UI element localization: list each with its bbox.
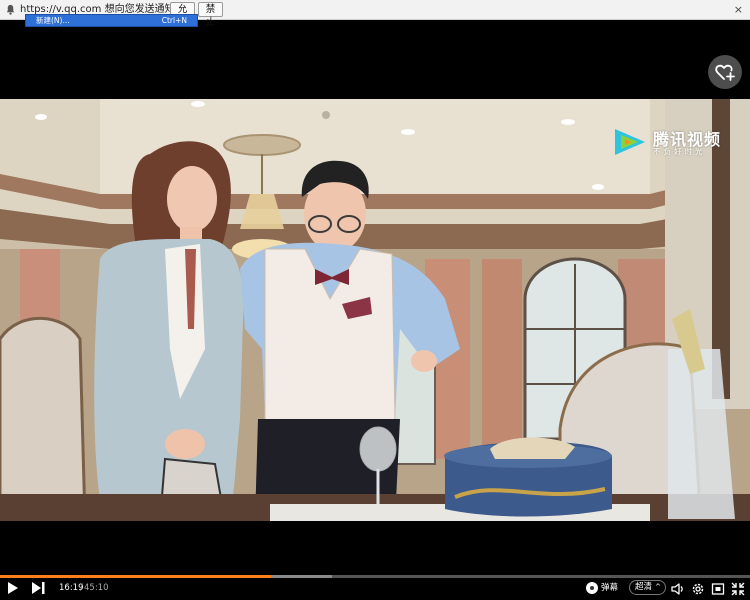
block-button[interactable]: 禁止 <box>198 2 223 28</box>
tencent-video-play-icon <box>615 129 645 155</box>
settings-icon[interactable] <box>691 581 705 597</box>
progress-bar[interactable] <box>0 575 750 578</box>
exit-fullscreen-icon[interactable] <box>731 581 745 597</box>
chevron-up-icon: ^ <box>655 583 661 591</box>
favorite-button[interactable] <box>708 55 742 89</box>
heart-plus-icon <box>715 64 735 81</box>
time-separator: / <box>80 583 83 593</box>
danmu-toggle-icon <box>586 582 598 594</box>
volume-icon[interactable] <box>671 581 685 597</box>
logo-slogan: 不负好时光 <box>653 147 706 156</box>
quality-label: 超清 <box>635 582 653 592</box>
video-scene <box>0 99 750 521</box>
bell-icon <box>6 4 15 15</box>
context-menu-item-new[interactable]: 新建(N)... Ctrl+N <box>25 14 198 27</box>
next-episode-icon[interactable] <box>30 580 46 596</box>
video-frame[interactable]: 腾讯视频 不负好时光 <box>0 99 750 521</box>
context-menu-item-shortcut: Ctrl+N <box>161 16 187 25</box>
progress-played <box>0 575 271 578</box>
fullscreen-icon[interactable] <box>711 581 725 597</box>
tencent-video-logo: 腾讯视频 不负好时光 <box>612 126 732 158</box>
close-icon[interactable]: × <box>734 3 743 16</box>
play-icon[interactable] <box>6 580 20 596</box>
total-time: 45:10 <box>84 583 109 593</box>
context-menu-item-label: 新建(N)... <box>36 16 70 25</box>
quality-selector[interactable]: 超清 ^ <box>629 580 666 595</box>
danmu-label: 弹幕 <box>601 583 619 593</box>
danmu-toggle[interactable]: 弹幕 <box>586 581 622 595</box>
